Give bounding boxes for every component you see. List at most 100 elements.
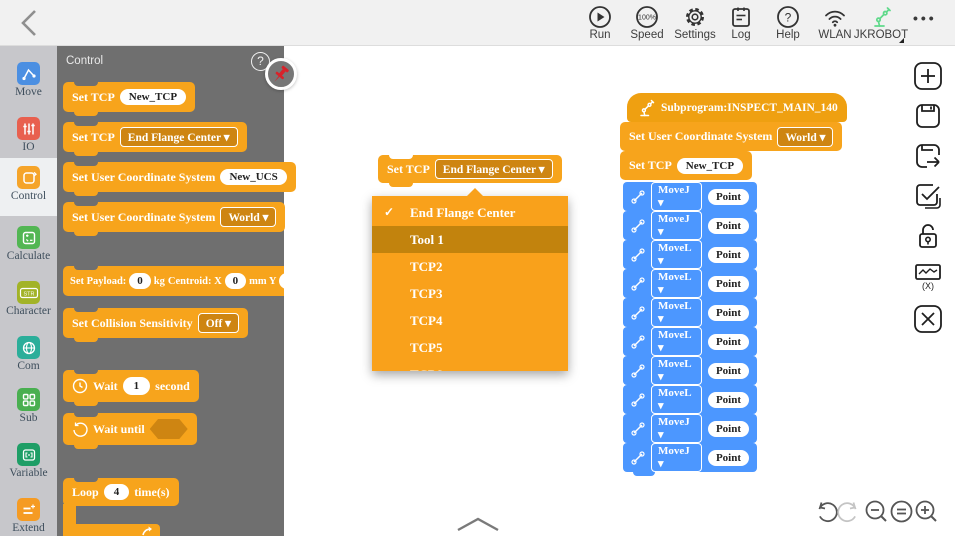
more-button[interactable]: ••• [913,10,947,26]
block-label: kg [154,276,165,287]
block-label: Set TCP [72,90,115,105]
waypoint-icon [631,219,645,233]
menu-item-tcp6-clipped[interactable]: TCP6 [372,361,568,371]
point-field[interactable]: Point [708,305,749,321]
variable-monitor-button[interactable]: (X) [913,261,943,291]
save-button[interactable] [913,101,943,131]
ucs-dropdown[interactable]: World ▾ [220,207,276,227]
move-type-dropdown[interactable]: MoveL ▾ [651,298,702,327]
move-type-dropdown[interactable]: MoveL ▾ [651,385,702,414]
program-block-move-6[interactable]: MoveL ▾ Point [623,327,757,356]
sidebar-item-extend[interactable]: Extend [0,494,57,536]
loop-count-field[interactable]: 4 [104,484,130,500]
pin-palette-button[interactable] [265,58,297,90]
program-block-set-tcp[interactable]: Set TCP New_TCP [620,151,752,180]
ucs-name-field[interactable]: New_UCS [220,169,286,185]
point-field[interactable]: Point [708,421,749,437]
undo-button[interactable] [812,499,837,524]
tcp-dropdown-open[interactable]: End Flange Center ▾ [435,159,553,179]
sidebar-label: Variable [0,467,57,479]
wait-seconds-field[interactable]: 1 [123,377,151,395]
point-field[interactable]: Point [708,334,749,350]
palette-block-set-ucs-input[interactable]: Set User Coordinate System New_UCS [63,162,296,192]
point-field[interactable]: Point [708,189,749,205]
menu-item-tcp2[interactable]: TCP2 [372,253,568,280]
menu-item-tcp3[interactable]: TCP3 [372,280,568,307]
robot-menu-button[interactable]: JKROBOT [852,0,910,46]
sidebar-item-sub[interactable]: Sub [0,384,57,436]
condition-slot[interactable] [150,419,188,439]
program-block-move-9[interactable]: MoveJ ▾ Point [623,414,757,443]
payload-x-field[interactable]: 0 [225,273,247,289]
point-field[interactable]: Point [708,363,749,379]
chevron-down-icon: ▾ [658,255,664,267]
sidebar-item-character[interactable]: STR Character [0,277,57,329]
chevron-down-icon: ▾ [658,400,664,412]
palette-block-wait-until[interactable]: Wait until [63,413,197,445]
menu-item-tool1[interactable]: Tool 1 [372,226,568,253]
sidebar-item-com[interactable]: Com [0,332,57,384]
chevron-down-icon: ▾ [658,226,664,238]
program-block-move-5[interactable]: MoveL ▾ Point [623,298,757,327]
point-field[interactable]: Point [708,218,749,234]
back-button[interactable] [14,6,46,40]
palette-block-set-tcp-dropdown[interactable]: Set TCP End Flange Center ▾ [63,122,247,152]
program-hat-subprogram[interactable]: Subprogram:INSPECT_MAIN_140 [627,93,847,122]
close-button[interactable] [913,304,943,334]
menu-item-tcp4[interactable]: TCP4 [372,307,568,334]
sidebar-item-control[interactable]: Control [0,158,57,216]
save-as-button[interactable] [913,141,943,171]
sidebar-item-calculate[interactable]: Calculate [0,222,57,274]
palette-block-collision[interactable]: Set Collision Sensitivity Off ▾ [63,308,248,338]
program-block-move-2[interactable]: MoveJ ▾ Point [623,211,757,240]
payload-y-field-partial[interactable] [279,273,302,289]
move-type-dropdown[interactable]: MoveL ▾ [651,240,702,269]
tcp-name-field[interactable]: New_TCP [677,158,743,174]
program-block-move-8[interactable]: MoveL ▾ Point [623,385,757,414]
move-type-dropdown[interactable]: MoveJ ▾ [651,414,702,443]
point-field[interactable]: Point [708,276,749,292]
move-type-dropdown[interactable]: MoveL ▾ [651,356,702,385]
menu-item-end-flange-center[interactable]: ✓ End Flange Center [372,199,568,226]
program-block-set-ucs[interactable]: Set User Coordinate System World ▾ [620,122,842,151]
program-block-move-4[interactable]: MoveL ▾ Point [623,269,757,298]
redo-button[interactable] [838,499,863,524]
menu-item-tcp5[interactable]: TCP5 [372,334,568,361]
palette-block-set-tcp-input[interactable]: Set TCP New_TCP [63,82,195,112]
palette-block-set-payload[interactable]: Set Payload: 0 kg Centroid: X 0 mm Y [63,266,325,296]
tcp-name-field[interactable]: New_TCP [120,89,186,105]
canvas-block-set-tcp[interactable]: Set TCP End Flange Center ▾ [378,155,562,183]
payload-kg-field[interactable]: 0 [129,273,151,289]
palette-block-loop-header[interactable]: Loop 4 time(s) [63,478,179,506]
move-type-dropdown[interactable]: MoveJ ▾ [651,211,702,240]
palette-block-set-ucs-dropdown[interactable]: Set User Coordinate System World ▾ [63,202,285,232]
program-block-move-3[interactable]: MoveL ▾ Point [623,240,757,269]
point-field[interactable]: Point [708,247,749,263]
sidebar-item-move[interactable]: Move [0,58,57,110]
zoom-reset-button[interactable] [889,499,914,524]
program-block-move-1[interactable]: MoveJ ▾ Point [623,182,757,211]
collision-dropdown[interactable]: Off ▾ [198,313,239,333]
move-type-dropdown[interactable]: MoveL ▾ [651,327,702,356]
palette-block-wait[interactable]: Wait 1 second [63,370,199,402]
point-field[interactable]: Point [708,450,749,466]
sidebar-item-variable[interactable]: Variable [0,439,57,491]
zoom-in-button[interactable] [914,499,939,524]
wlan-icon [823,5,847,29]
chevron-down-icon: ▾ [658,197,664,209]
point-field[interactable]: Point [708,392,749,408]
move-type-dropdown[interactable]: MoveL ▾ [651,269,702,298]
program-block-move-7[interactable]: MoveL ▾ Point [623,356,757,385]
expand-panel-button[interactable] [452,516,504,536]
program-block-move-10[interactable]: MoveJ ▾ Point [623,443,757,472]
ucs-dropdown[interactable]: World ▾ [777,127,833,147]
multi-select-button[interactable] [913,181,943,211]
move-type-dropdown[interactable]: MoveJ ▾ [651,443,702,472]
new-program-button[interactable] [913,61,943,91]
move-type-dropdown[interactable]: MoveJ ▾ [651,182,702,211]
zoom-out-button[interactable] [864,499,889,524]
block-label: Wait [93,379,118,394]
lock-button[interactable] [913,221,943,251]
tcp-dropdown[interactable]: End Flange Center ▾ [120,127,238,147]
waypoint-icon [631,364,645,378]
